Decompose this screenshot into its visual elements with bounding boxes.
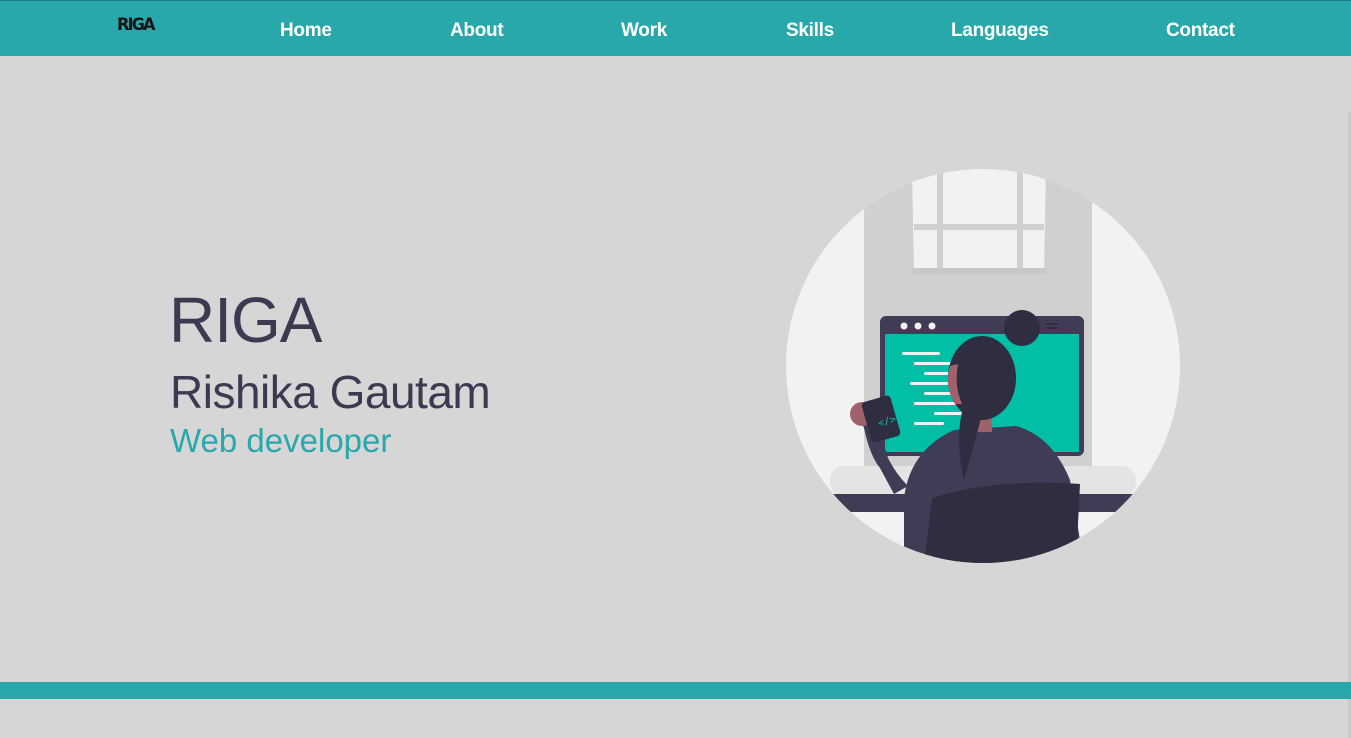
nav-link-languages[interactable]: Languages: [951, 20, 1049, 42]
hero-section: RIGA Rishika Gautam Web developer </>: [0, 56, 1351, 738]
nav-link-contact[interactable]: Contact: [1166, 20, 1235, 42]
nav-link-home[interactable]: Home: [280, 20, 332, 42]
hero-role: Web developer: [170, 422, 392, 459]
hero-brand-title: RIGA: [169, 284, 322, 356]
nav-link-skills[interactable]: Skills: [786, 20, 834, 42]
top-navbar: RIGA Home About Work Skills Languages Co…: [0, 0, 1351, 56]
nav-link-about[interactable]: About: [450, 20, 504, 42]
next-section-strip: [0, 682, 1351, 699]
woman-coding-illustration: </>: [786, 169, 1180, 563]
hero-name: Rishika Gautam: [170, 366, 491, 418]
site-logo[interactable]: RIGA: [117, 15, 155, 35]
nav-link-work[interactable]: Work: [621, 20, 667, 42]
